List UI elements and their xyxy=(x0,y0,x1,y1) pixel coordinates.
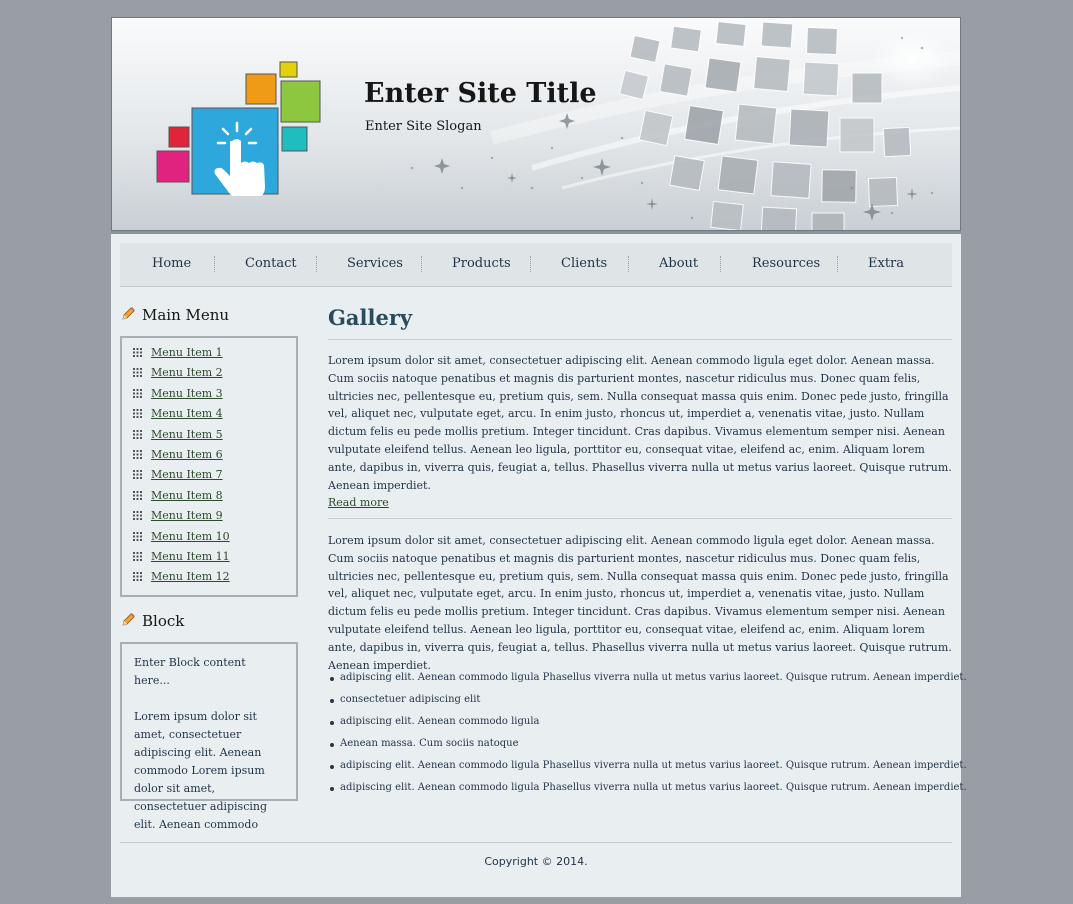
block-title: Block xyxy=(142,612,185,630)
nav-item-services[interactable]: Services xyxy=(347,256,403,271)
menu-item-label[interactable]: Menu Item 2 xyxy=(151,366,223,379)
main-navigation: Home Contact Services Products Clients A… xyxy=(120,243,952,287)
content-paragraph-2: Lorem ipsum dolor sit amet, consectetuer… xyxy=(328,534,952,672)
list-item: adipiscing elit. Aenean commodo ligula P… xyxy=(330,760,967,782)
menu-item-label[interactable]: Menu Item 1 xyxy=(151,346,223,359)
list-item: adipiscing elit. Aenean commodo ligula xyxy=(330,716,967,738)
nav-item-about[interactable]: About xyxy=(659,256,698,271)
nav-item-products[interactable]: Products xyxy=(452,256,511,271)
menu-item[interactable]: Menu Item 12 xyxy=(133,570,230,586)
main-menu: Menu Item 1 Menu Item 2 Menu Item 3 Menu… xyxy=(120,336,298,597)
list-item-text: adipiscing elit. Aenean commodo ligula xyxy=(340,716,540,727)
nav-item-extra[interactable]: Extra xyxy=(868,256,904,271)
bullet-dot-icon xyxy=(330,765,334,769)
bullet-dot-icon xyxy=(330,721,334,725)
pencil-icon xyxy=(122,307,135,320)
nav-separator xyxy=(530,256,531,272)
bullet-list: adipiscing elit. Aenean commodo ligula P… xyxy=(330,672,967,804)
section-divider xyxy=(328,518,952,519)
list-item: consectetuer adipiscing elit xyxy=(330,694,967,716)
menu-item[interactable]: Menu Item 5 xyxy=(133,428,223,444)
page-title: Gallery xyxy=(328,305,413,330)
grid-icon xyxy=(133,531,142,541)
nav-item-home[interactable]: Home xyxy=(152,256,191,271)
menu-item[interactable]: Menu Item 6 xyxy=(133,448,223,464)
nav-separator xyxy=(316,256,317,272)
title-divider xyxy=(328,339,952,340)
menu-item[interactable]: Menu Item 3 xyxy=(133,387,223,403)
list-item-text: Aenean massa. Cum sociis natoque xyxy=(340,738,519,749)
list-item: adipiscing elit. Aenean commodo ligula P… xyxy=(330,672,967,694)
list-item: adipiscing elit. Aenean commodo ligula P… xyxy=(330,782,967,804)
grid-icon xyxy=(133,572,142,582)
menu-item[interactable]: Menu Item 2 xyxy=(133,366,223,382)
nav-separator xyxy=(837,256,838,272)
menu-item[interactable]: Menu Item 9 xyxy=(133,509,223,525)
list-item-text: adipiscing elit. Aenean commodo ligula P… xyxy=(340,672,967,683)
footer-divider xyxy=(120,842,952,843)
bullet-dot-icon xyxy=(330,743,334,747)
grid-icon xyxy=(133,450,142,459)
menu-item-label[interactable]: Menu Item 3 xyxy=(151,387,223,400)
read-more-link[interactable]: Read more xyxy=(328,496,389,509)
nav-separator xyxy=(628,256,629,272)
site-header: Enter Site Title Enter Site Slogan xyxy=(111,17,961,231)
nav-item-contact[interactable]: Contact xyxy=(245,256,297,271)
nav-separator xyxy=(720,256,721,272)
grid-icon xyxy=(133,552,142,561)
header-divider xyxy=(111,231,961,234)
list-item-text: consectetuer adipiscing elit xyxy=(340,694,481,705)
block-heading: Block xyxy=(120,612,184,630)
menu-item[interactable]: Menu Item 4 xyxy=(133,407,223,423)
copyright-text: Copyright © 2014. xyxy=(484,855,588,868)
menu-item-label[interactable]: Menu Item 11 xyxy=(151,550,230,563)
menu-item-label[interactable]: Menu Item 9 xyxy=(151,509,223,522)
bullet-dot-icon xyxy=(330,677,334,681)
nav-separator xyxy=(421,256,422,272)
site-title: Enter Site Title xyxy=(364,78,597,109)
block-text: Lorem ipsum dolor sit amet, consectetuer… xyxy=(134,710,268,831)
site-slogan: Enter Site Slogan xyxy=(365,119,482,134)
content-paragraph-1: Lorem ipsum dolor sit amet, consectetuer… xyxy=(328,354,952,492)
block-intro: Enter Block content here... xyxy=(134,656,246,687)
pencil-icon xyxy=(122,613,135,626)
page-container: Enter Site Title Enter Site Slogan Home … xyxy=(111,17,967,897)
menu-item[interactable]: Menu Item 8 xyxy=(133,489,223,505)
grid-icon xyxy=(133,429,142,439)
main-menu-heading: Main Menu xyxy=(120,306,229,324)
menu-item[interactable]: Menu Item 7 xyxy=(133,468,223,484)
nav-separator xyxy=(214,256,215,272)
nav-item-clients[interactable]: Clients xyxy=(561,256,607,271)
menu-item-label[interactable]: Menu Item 7 xyxy=(151,468,223,481)
grid-icon xyxy=(133,388,142,398)
menu-item-label[interactable]: Menu Item 10 xyxy=(151,530,230,543)
grid-icon xyxy=(133,511,142,521)
menu-item[interactable]: Menu Item 10 xyxy=(133,530,230,546)
menu-item[interactable]: Menu Item 1 xyxy=(133,346,223,362)
menu-item-label[interactable]: Menu Item 5 xyxy=(151,428,223,441)
block-content: Enter Block content here... Lorem ipsum … xyxy=(120,642,298,831)
grid-icon xyxy=(133,490,142,500)
nav-item-resources[interactable]: Resources xyxy=(752,256,820,271)
menu-item-label[interactable]: Menu Item 4 xyxy=(151,407,223,420)
menu-item-label[interactable]: Menu Item 12 xyxy=(151,570,230,583)
grid-icon xyxy=(133,470,142,480)
main-menu-title: Main Menu xyxy=(142,306,230,324)
menu-item[interactable]: Menu Item 11 xyxy=(133,550,230,566)
list-item: Aenean massa. Cum sociis natoque xyxy=(330,738,967,760)
list-item-text: adipiscing elit. Aenean commodo ligula P… xyxy=(340,782,967,793)
touch-hand-logo-icon xyxy=(156,61,321,196)
list-item-text: adipiscing elit. Aenean commodo ligula P… xyxy=(340,760,967,771)
grid-icon xyxy=(133,368,142,378)
menu-item-label[interactable]: Menu Item 6 xyxy=(151,448,223,461)
menu-item-label[interactable]: Menu Item 8 xyxy=(151,489,223,502)
bullet-dot-icon xyxy=(330,699,334,703)
grid-icon xyxy=(133,348,142,357)
bullet-dot-icon xyxy=(330,787,334,791)
grid-icon xyxy=(133,409,142,419)
